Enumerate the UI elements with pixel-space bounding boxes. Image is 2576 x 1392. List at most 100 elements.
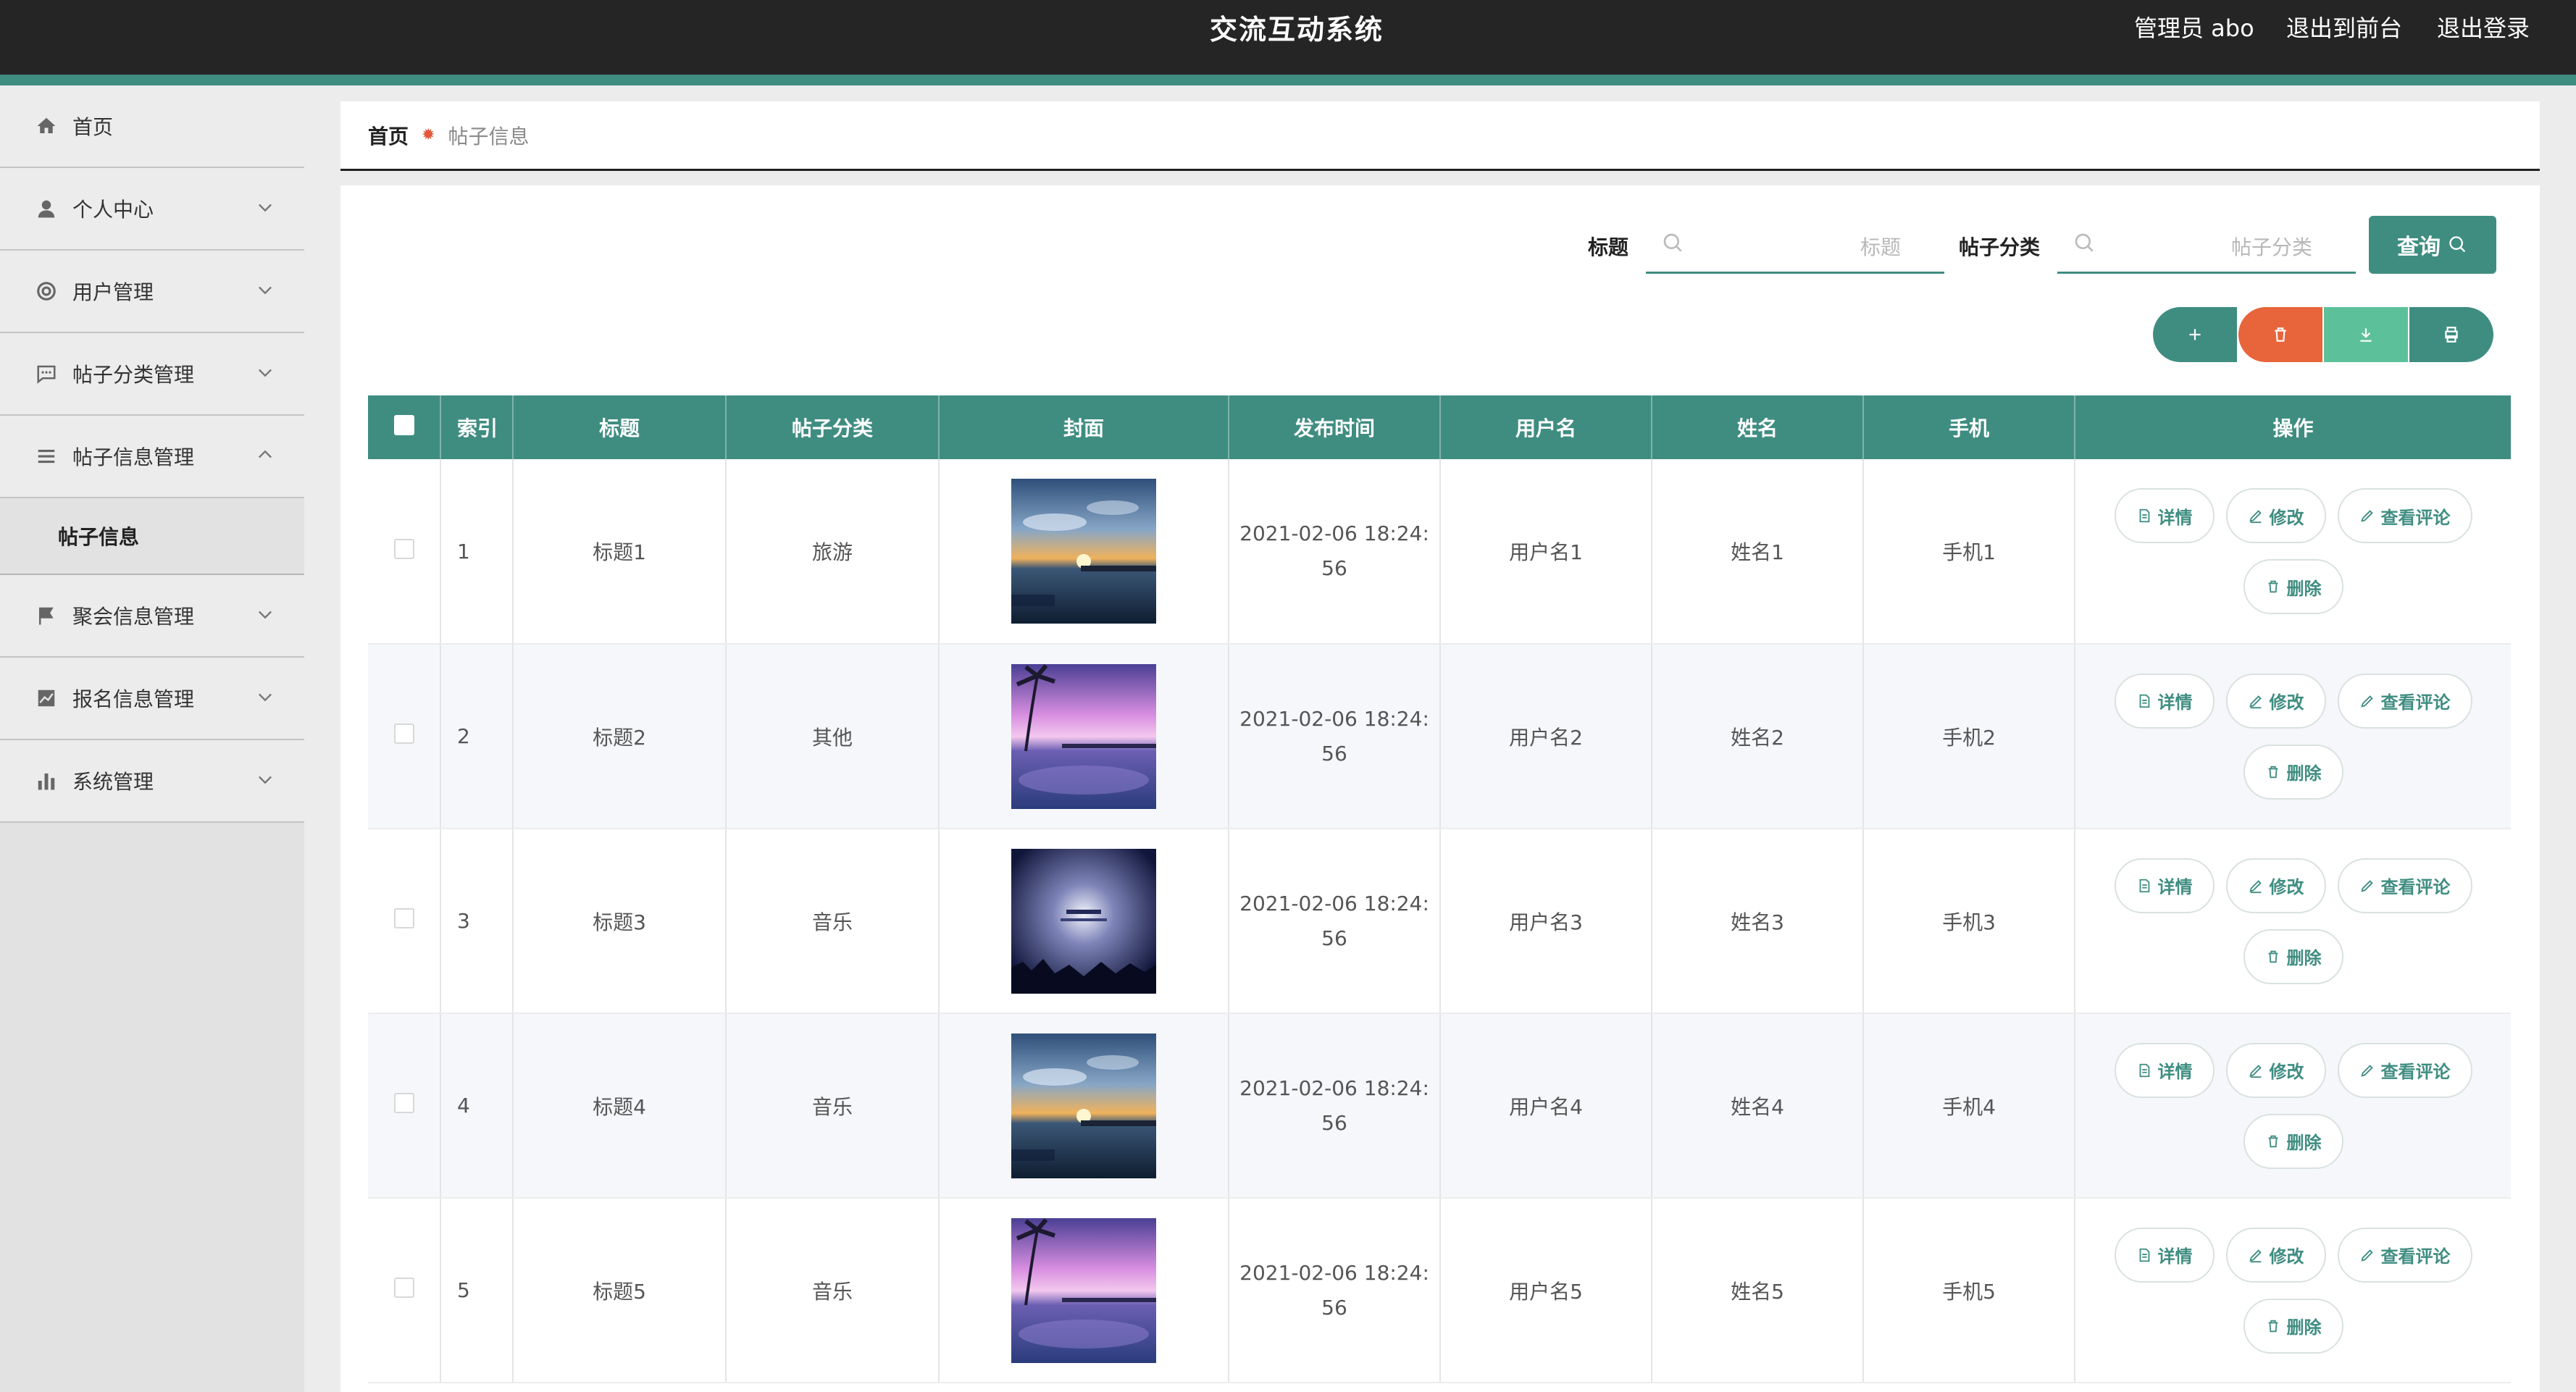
breadcrumb: 首页 ✹ 帖子信息 <box>340 101 2540 171</box>
sidebar-item-home[interactable]: 首页 <box>0 85 304 168</box>
sidebar-item-signup[interactable]: 报名信息管理 <box>0 658 304 740</box>
cell-category: 音乐 <box>726 1013 940 1199</box>
detail-button[interactable]: 详情 <box>2114 858 2215 913</box>
sidebar-item-user-management[interactable]: 用户管理 <box>0 251 304 333</box>
cell-publish-time: 2021-02-06 18:24: 56 <box>1229 459 1441 645</box>
trash-icon <box>2268 1320 2278 1332</box>
category-filter-label: 帖子分类 <box>1959 235 2041 259</box>
view-comments-button-label: 查看评论 <box>2380 877 2451 897</box>
cell-cover <box>939 1198 1229 1383</box>
edit-button[interactable]: 修改 <box>2225 858 2326 913</box>
delete-button[interactable]: 删除 <box>2243 1298 2343 1354</box>
print-button[interactable] <box>2409 307 2493 362</box>
add-button[interactable] <box>2153 307 2237 362</box>
edit-button[interactable]: 修改 <box>2225 1042 2326 1098</box>
back-to-front-link[interactable]: 退出到前台 <box>2286 10 2402 43</box>
row-select-cell[interactable] <box>368 1013 441 1199</box>
delete-button[interactable]: 删除 <box>2243 559 2343 614</box>
detail-button[interactable]: 详情 <box>2114 488 2215 543</box>
view-comments-button[interactable]: 查看评论 <box>2337 858 2472 913</box>
sidebar-item-personal-center[interactable]: 个人中心 <box>0 168 304 251</box>
title-search-input[interactable]: 标题 <box>1646 216 1944 274</box>
sidebar-item-label: 帖子信息管理 <box>72 445 195 469</box>
view-comments-button[interactable]: 查看评论 <box>2337 1227 2472 1283</box>
cell-title: 标题4 <box>513 1013 727 1199</box>
view-comments-button-label: 查看评论 <box>2380 1246 2451 1267</box>
select-all-checkbox[interactable] <box>393 414 414 435</box>
column-header-category: 帖子分类 <box>726 395 940 459</box>
row-checkbox[interactable] <box>393 908 414 928</box>
document-icon <box>2139 879 2149 892</box>
cell-username: 用户名4 <box>1440 1013 1652 1199</box>
sidebar-item-system[interactable]: 系统管理 <box>0 740 304 823</box>
cell-username: 用户名5 <box>1440 1198 1652 1383</box>
table-row[interactable]: 2 标题2 其他 2021-02-06 18:24: 56 用户名2 姓名2 手机2 详情 修改 查… <box>368 644 2511 829</box>
sidebar-item-post-category[interactable]: 帖子分类管理 <box>0 333 304 416</box>
table-row[interactable]: 3 标题3 音乐 2021-02-06 18:24: 56 用户名3 姓名3 手机3 详情 修改 查… <box>368 829 2511 1014</box>
cell-category: 音乐 <box>726 1198 940 1383</box>
trash-icon <box>2268 580 2278 593</box>
delete-button[interactable]: 删除 <box>2243 928 2343 984</box>
cell-username: 用户名2 <box>1440 644 1652 829</box>
edit-button-label: 修改 <box>2269 692 2304 713</box>
row-select-cell[interactable] <box>368 459 441 645</box>
view-comments-button-label: 查看评论 <box>2380 1062 2451 1082</box>
search-icon <box>2449 236 2466 253</box>
delete-button[interactable]: 删除 <box>2243 744 2343 800</box>
publish-time-line1: 2021-02-06 18:24: <box>1239 891 1429 915</box>
edit-button[interactable]: 修改 <box>2225 1227 2326 1283</box>
search-icon <box>1663 233 1682 252</box>
cell-index: 5 <box>440 1198 514 1383</box>
column-header-title: 标题 <box>513 395 727 459</box>
plus-icon <box>2189 329 2201 340</box>
row-select-cell[interactable] <box>368 829 441 1014</box>
edit-icon <box>2360 695 2373 708</box>
breadcrumb-home[interactable]: 首页 <box>368 121 409 150</box>
view-comments-button[interactable]: 查看评论 <box>2337 1042 2472 1098</box>
detail-button[interactable]: 详情 <box>2114 1042 2215 1098</box>
print-icon <box>2445 327 2458 343</box>
cell-cover <box>939 829 1229 1014</box>
list-icon <box>35 445 58 468</box>
chevron-down-icon <box>259 369 272 377</box>
sidebar-item-post-info[interactable]: 帖子信息管理 <box>0 416 304 498</box>
cell-publish-time: 2021-02-06 18:24: 56 <box>1229 829 1441 1014</box>
category-search-input[interactable]: 帖子分类 <box>2057 216 2356 274</box>
query-button[interactable]: 查询 <box>2369 216 2496 274</box>
query-button-label: 查询 <box>2397 235 2441 260</box>
download-button[interactable] <box>2324 307 2408 362</box>
select-all-header[interactable] <box>368 395 441 459</box>
row-checkbox[interactable] <box>393 724 414 744</box>
cell-publish-time: 2021-02-06 18:24: 56 <box>1229 644 1441 829</box>
table-row[interactable]: 4 标题4 音乐 2021-02-06 18:24: 56 用户名4 姓名4 手机4 详情 修改 查… <box>368 1013 2511 1199</box>
detail-button[interactable]: 详情 <box>2114 1227 2215 1283</box>
delete-button-label: 删除 <box>2286 948 2322 968</box>
batch-delete-button[interactable] <box>2238 307 2322 362</box>
cell-name: 姓名3 <box>1652 829 1864 1014</box>
table-row[interactable]: 5 标题5 音乐 2021-02-06 18:24: 56 用户名5 姓名5 手机5 详情 修改 查… <box>368 1198 2511 1383</box>
detail-button[interactable]: 详情 <box>2114 673 2215 729</box>
edit-button[interactable]: 修改 <box>2225 488 2326 543</box>
row-checkbox[interactable] <box>393 1278 414 1298</box>
row-checkbox[interactable] <box>393 1093 414 1113</box>
sidebar-subitem-post-info[interactable]: 帖子信息 <box>0 498 304 575</box>
edit-icon <box>2249 510 2262 524</box>
cell-index: 2 <box>440 644 514 829</box>
table-row[interactable]: 1 标题1 旅游 2021-02-06 18:24: 56 用户名1 姓名1 手机1 详情 修改 查… <box>368 459 2511 645</box>
cell-index: 4 <box>440 1013 514 1199</box>
view-comments-button[interactable]: 查看评论 <box>2337 673 2472 729</box>
row-checkbox[interactable] <box>393 538 414 559</box>
row-select-cell[interactable] <box>368 1198 441 1383</box>
edit-button[interactable]: 修改 <box>2225 673 2326 729</box>
cell-phone: 手机4 <box>1863 1013 2075 1199</box>
publish-time-line1: 2021-02-06 18:24: <box>1239 1076 1429 1100</box>
logout-link[interactable]: 退出登录 <box>2437 10 2530 43</box>
view-comments-button[interactable]: 查看评论 <box>2337 488 2472 543</box>
publish-time-line2: 56 <box>1321 926 1347 950</box>
delete-button[interactable]: 删除 <box>2243 1113 2343 1169</box>
cover-image <box>1011 1033 1156 1178</box>
row-select-cell[interactable] <box>368 644 441 829</box>
sidebar-item-gathering[interactable]: 聚会信息管理 <box>0 575 304 658</box>
cover-image <box>1011 479 1156 624</box>
sidebar-item-label: 首页 <box>72 115 114 139</box>
